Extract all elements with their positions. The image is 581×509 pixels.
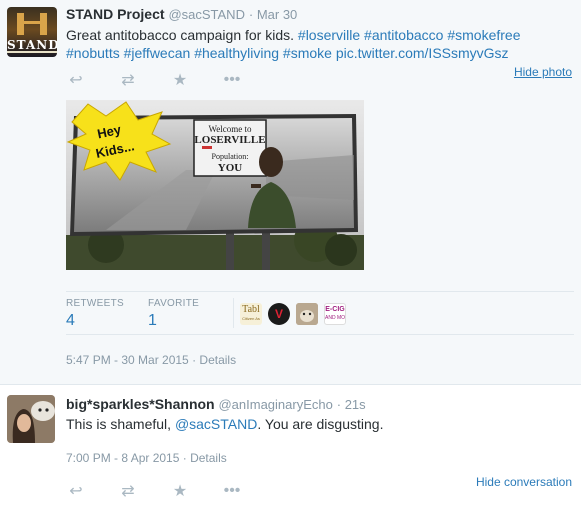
tweet-time[interactable]: Mar 30	[257, 7, 297, 22]
reply-time[interactable]: 21s	[345, 397, 366, 412]
retweet-icon[interactable]: ⇄	[118, 70, 138, 90]
reply-text-after: . You are disgusting.	[257, 416, 384, 432]
favorites-count: 1	[148, 312, 157, 329]
stats-divider	[233, 298, 234, 328]
tweet-timestamp[interactable]: 5:47 PM - 30 Mar 2015	[66, 353, 189, 367]
hashtag-link[interactable]: #jeffwecan	[124, 45, 191, 61]
favoriter-avatar[interactable]: V	[268, 303, 290, 325]
hashtag-link[interactable]: #antitobacco	[364, 27, 443, 43]
reply-timestamp[interactable]: 7:00 PM - 8 Apr 2015	[66, 451, 179, 465]
favoriter-label: V	[274, 307, 283, 321]
sign-text: YOU	[218, 162, 243, 174]
favoriters-list: Tabl Citizen As V E-CIG AND MO	[240, 303, 346, 325]
hashtag-link[interactable]: #nobutts	[66, 45, 120, 61]
more-icon[interactable]: •••	[222, 482, 242, 500]
avatar-tower-right	[40, 13, 47, 35]
tweet-main: STAND STAND Project @sacSTAND · Mar 30 G…	[0, 0, 581, 385]
retweets-stat[interactable]: RETWEETS 4	[66, 298, 124, 330]
hide-photo-link[interactable]: Hide photo	[514, 65, 572, 79]
avatar-stand-project[interactable]: STAND	[7, 7, 57, 57]
avatar-tower-left	[17, 13, 24, 35]
author-fullname[interactable]: STAND Project	[66, 6, 165, 22]
tweet-reply: big*sparkles*Shannon @anImaginaryEcho · …	[0, 386, 581, 509]
tweet-actions: ↩ ⇄ ★ •••	[66, 70, 274, 90]
avatar-logo-underline	[7, 51, 57, 53]
hashtag-link[interactable]: #healthyliving	[194, 45, 279, 61]
tweet-text: Great antitobacco campaign for kids. #lo…	[66, 26, 546, 62]
star-icon[interactable]: ★	[170, 481, 190, 501]
favoriter-sublabel: AND MO	[325, 315, 345, 321]
retweet-icon[interactable]: ⇄	[118, 481, 138, 501]
favoriter-label: Tabl	[242, 304, 260, 315]
reply-icon[interactable]: ↩	[66, 481, 86, 501]
media-link[interactable]: pic.twitter.com/ISSsmyvGsz	[336, 45, 509, 61]
avatar-bridge	[24, 21, 40, 24]
details-link[interactable]: Details	[199, 353, 236, 367]
dog-photo-icon	[296, 303, 318, 325]
sign-text: LOSERVILLE	[194, 134, 265, 146]
favoriter-sublabel: Citizen As	[242, 316, 260, 321]
hashtag-link[interactable]: #loserville	[298, 27, 360, 43]
reply-text-before: This is shameful,	[66, 416, 175, 432]
author-username[interactable]: @sacSTAND	[168, 7, 245, 22]
meta-separator: ·	[179, 451, 191, 465]
mention-link[interactable]: @sacSTAND	[175, 416, 257, 432]
tweet-text-plain: Great antitobacco campaign for kids.	[66, 27, 298, 43]
avatar-sparkles-shannon[interactable]	[7, 395, 55, 443]
tweet-header: STAND Project @sacSTAND · Mar 30	[66, 6, 297, 22]
hashtag-link[interactable]: #smoke	[283, 45, 332, 61]
favoriter-label: E-CIG	[325, 306, 345, 313]
sign-text: Welcome to	[208, 124, 252, 134]
time-separator: ·	[248, 7, 257, 22]
favoriter-avatar[interactable]	[296, 303, 318, 325]
details-link[interactable]: Details	[190, 451, 227, 465]
favorites-label: FAVORITE	[148, 298, 200, 309]
reply-text: This is shameful, @sacSTAND. You are dis…	[66, 416, 383, 432]
hashtag-link[interactable]: #smokefree	[447, 27, 520, 43]
tweet-meta: 5:47 PM - 30 Mar 2015 · Details	[66, 353, 236, 367]
billboard-image: Welcome to LOSERVILLE Population: YOU He…	[66, 100, 364, 270]
reply-author-username[interactable]: @anImaginaryEcho	[218, 397, 332, 412]
favoriter-avatar[interactable]: E-CIG AND MO	[324, 303, 346, 325]
favoriter-avatar[interactable]: Tabl Citizen As	[240, 303, 262, 325]
person-head	[259, 147, 283, 177]
sign-text: Population:	[212, 152, 249, 161]
star-icon[interactable]: ★	[170, 70, 190, 90]
avatar-logo-text: STAND	[7, 38, 57, 52]
more-icon[interactable]: •••	[222, 71, 242, 89]
tweet-photo[interactable]: Welcome to LOSERVILLE Population: YOU He…	[66, 100, 364, 270]
time-separator: ·	[336, 397, 345, 412]
meta-separator: ·	[188, 353, 200, 367]
avatar-photo	[7, 395, 55, 443]
reply-header: big*sparkles*Shannon @anImaginaryEcho · …	[66, 396, 366, 412]
reply-author-fullname[interactable]: big*sparkles*Shannon	[66, 396, 215, 412]
reply-meta: 7:00 PM - 8 Apr 2015 · Details	[66, 451, 227, 465]
retweets-label: RETWEETS	[66, 298, 124, 309]
reply-icon[interactable]: ↩	[66, 70, 86, 90]
favorites-stat[interactable]: FAVORITE 1	[148, 298, 199, 330]
tweet-stats: RETWEETS 4 FAVORITE 1 Tabl Citizen As V …	[66, 291, 574, 335]
reply-actions: ↩ ⇄ ★ •••	[66, 481, 274, 501]
retweets-count: 4	[66, 312, 75, 329]
hide-conversation-link[interactable]: Hide conversation	[476, 475, 572, 489]
